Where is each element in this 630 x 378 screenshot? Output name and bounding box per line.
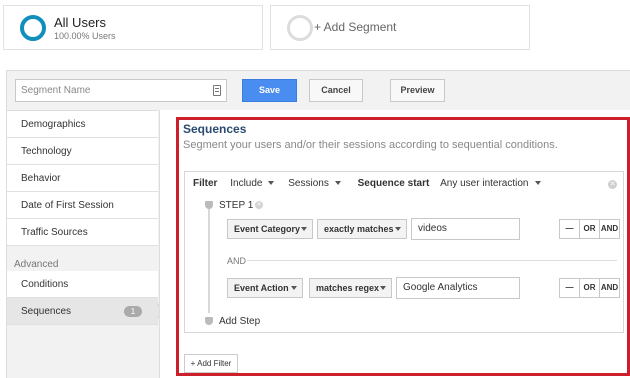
chevron-down-icon — [534, 181, 541, 186]
add-filter-button[interactable]: + Add Filter — [184, 354, 238, 373]
document-icon[interactable] — [213, 85, 221, 96]
condition-value-input[interactable]: videos — [411, 218, 520, 240]
segment-card-all-users[interactable]: All Users 100.00% Users — [3, 5, 263, 50]
sidebar-item-label: Sequences — [21, 306, 72, 317]
chevron-down-icon — [380, 286, 386, 290]
segment-sidebar: Demographics Technology Behavior Date of… — [7, 110, 158, 378]
operator-value: exactly matches — [324, 224, 394, 234]
condition-operators: — OR AND — [559, 219, 620, 239]
chevron-down-icon — [268, 181, 275, 186]
sequence-filter-box: Filter Include Sessions Sequence start A… — [184, 171, 624, 333]
dimension-value: Event Action — [234, 283, 289, 293]
sidebar-group-advanced: Advanced — [14, 259, 59, 270]
segment-editor: Save Cancel Preview Demographics Technol… — [6, 70, 630, 378]
step-marker-icon — [205, 201, 213, 209]
save-button[interactable]: Save — [242, 79, 297, 102]
close-icon[interactable]: ✕ — [608, 180, 617, 189]
section-title: Sequences — [183, 122, 247, 136]
and-button[interactable]: AND — [600, 220, 619, 238]
dimension-dropdown[interactable]: Event Category — [227, 219, 313, 239]
add-segment-label: + Add Segment — [314, 20, 397, 34]
remove-step-icon[interactable]: ✕ — [255, 201, 263, 209]
remove-condition-button[interactable]: — — [560, 220, 580, 238]
sessions-value: Sessions — [288, 178, 329, 189]
remove-condition-button[interactable]: — — [560, 279, 580, 297]
filter-label: Filter — [193, 178, 218, 189]
add-segment-card[interactable]: + Add Segment — [270, 5, 530, 50]
chevron-down-icon — [291, 286, 297, 290]
cancel-button[interactable]: Cancel — [309, 79, 363, 102]
chevron-down-icon — [334, 181, 341, 186]
chevron-down-icon — [301, 227, 307, 231]
preview-button[interactable]: Preview — [390, 79, 445, 102]
chevron-down-icon — [395, 227, 401, 231]
empty-segment-ring-icon — [287, 15, 313, 41]
operator-dropdown[interactable]: exactly matches — [317, 219, 407, 239]
sidebar-item-behavior[interactable]: Behavior — [7, 165, 158, 192]
and-divider — [247, 260, 617, 261]
sequences-panel: Sequences Segment your users and/or thei… — [159, 110, 630, 378]
and-button[interactable]: AND — [600, 279, 619, 297]
or-button[interactable]: OR — [580, 279, 600, 297]
sidebar-item-demographics[interactable]: Demographics — [7, 111, 158, 138]
condition-operators: — OR AND — [559, 278, 620, 298]
segment-name-input[interactable] — [16, 80, 201, 101]
dimension-value: Event Category — [234, 224, 301, 234]
and-separator-label: AND — [227, 256, 247, 266]
segment-subtitle: 100.00% Users — [54, 31, 116, 41]
condition-value-input[interactable]: Google Analytics — [396, 277, 520, 299]
operator-value: matches regex — [316, 283, 380, 293]
filter-row: Filter Include Sessions Sequence start A… — [193, 178, 541, 189]
segment-title: All Users — [54, 15, 107, 30]
step-label: STEP 1 — [219, 200, 254, 211]
segment-ring-icon — [20, 15, 46, 41]
add-step-marker-icon — [205, 317, 213, 325]
operator-dropdown[interactable]: matches regex — [309, 278, 392, 298]
sidebar-item-traffic-sources[interactable]: Traffic Sources — [7, 219, 158, 246]
sequence-start-dropdown[interactable]: Any user interaction — [440, 178, 541, 189]
sessions-dropdown[interactable]: Sessions — [288, 178, 341, 189]
or-button[interactable]: OR — [580, 220, 600, 238]
include-dropdown[interactable]: Include — [230, 178, 275, 189]
include-value: Include — [230, 178, 263, 189]
step-track — [208, 201, 210, 313]
sidebar-item-conditions[interactable]: Conditions — [7, 271, 158, 298]
sidebar-item-date-of-first-session[interactable]: Date of First Session — [7, 192, 158, 219]
sidebar-item-sequences[interactable]: Sequences 1 — [7, 298, 158, 325]
section-description: Segment your users and/or their sessions… — [183, 139, 558, 151]
sidebar-item-technology[interactable]: Technology — [7, 138, 158, 165]
add-step-link[interactable]: Add Step — [219, 316, 260, 327]
segment-bar: All Users 100.00% Users + Add Segment — [0, 0, 630, 58]
dimension-dropdown[interactable]: Event Action — [227, 278, 303, 298]
count-badge: 1 — [124, 306, 142, 317]
segment-name-field[interactable] — [15, 79, 227, 102]
sequence-start-label: Sequence start — [357, 178, 430, 189]
sequence-start-value: Any user interaction — [440, 178, 529, 189]
